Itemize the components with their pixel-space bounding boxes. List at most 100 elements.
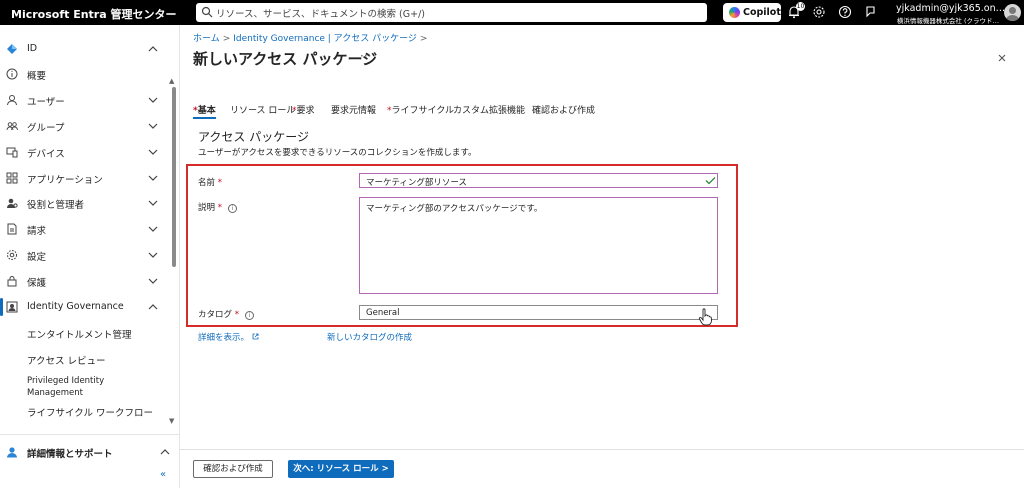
active-tab-indicator [193, 117, 216, 119]
sidebar-item-label: ID [27, 43, 38, 54]
sidebar-item-identity-governance[interactable]: Identity Governance [0, 295, 168, 319]
sidebar-item-id[interactable]: ID [0, 37, 168, 61]
tab-requests[interactable]: *要求 [292, 103, 315, 116]
copilot-button[interactable]: Copilot [723, 3, 781, 22]
tab-review-create[interactable]: 確認および作成 [532, 103, 595, 116]
roles-icon [7, 198, 18, 208]
search-placeholder: リソース、サービス、ドキュメントの検索 (G+/) [216, 9, 425, 20]
divider [180, 449, 1024, 450]
account-user: yjkadmin@yjk365.on… [896, 3, 1006, 14]
info-icon[interactable]: i [244, 311, 254, 320]
apps-icon [6, 172, 18, 184]
sidebar-item-help[interactable]: 詳細情報とサポート [0, 440, 179, 464]
chevron-up-icon [160, 449, 170, 455]
sidebar-subitem-access-reviews[interactable]: アクセス レビュー [27, 353, 106, 367]
help-icon[interactable] [838, 5, 852, 19]
sidebar-item-label: 詳細情報とサポート [27, 449, 113, 460]
gear-icon [7, 250, 17, 260]
close-icon[interactable] [996, 52, 1008, 64]
sidebar-item-label: 請求 [27, 226, 47, 237]
tab-basics[interactable]: *基本 [193, 103, 216, 116]
sidebar-subitem-pim[interactable]: Privileged Identity Management [27, 375, 137, 399]
name-label: 名前 * [198, 178, 222, 188]
details-link[interactable]: 詳細を表示。 [198, 331, 259, 343]
hand-cursor-icon [698, 308, 712, 326]
group-icon [6, 122, 18, 131]
sidebar-item-label: 役割と管理者 [27, 200, 85, 211]
active-indicator [0, 298, 3, 316]
name-field[interactable]: マーケティング部リソース [359, 173, 718, 188]
sidebar-item-label: 保護 [27, 278, 47, 289]
devices-icon [6, 147, 18, 158]
account-tenant: 横浜情報機器株式会社 (クラウド… [896, 17, 999, 25]
sidebar-item-settings[interactable]: 設定 [0, 243, 168, 267]
scroll-down-icon[interactable]: ▼ [169, 417, 174, 425]
review-create-button[interactable]: 確認および作成 [193, 460, 273, 478]
breadcrumb-governance[interactable]: Identity Governance | アクセス パッケージ [233, 34, 417, 44]
chevron-down-icon [148, 97, 158, 103]
sidebar-item-billing[interactable]: 請求 [0, 217, 168, 241]
breadcrumb: ホーム > Identity Governance | アクセス パッケージ > [193, 34, 428, 44]
info-icon[interactable]: i [227, 204, 237, 213]
chevron-down-icon [148, 252, 158, 258]
chevron-down-icon [148, 226, 158, 232]
top-bar: Microsoft Entra 管理センター リソース、サービス、ドキュメントの… [0, 0, 1024, 25]
tab-custom-extensions[interactable]: カスタム拡張機能 [453, 103, 525, 116]
feedback-icon[interactable] [864, 5, 878, 19]
sidebar-scrollbar[interactable] [172, 87, 176, 267]
governance-icon [6, 301, 18, 313]
search-icon [201, 6, 213, 18]
sidebar-item-devices[interactable]: デバイス [0, 140, 168, 164]
catalog-dropdown[interactable]: General [359, 305, 718, 320]
collapse-sidebar-icon[interactable]: « [160, 469, 166, 480]
person-icon [7, 95, 17, 106]
sidebar-item-groups[interactable]: グループ [0, 114, 168, 138]
sidebar-subitem-entitlement[interactable]: エンタイトルメント管理 [27, 327, 132, 341]
next-button[interactable]: 次へ: リソース ロール > [288, 460, 394, 478]
description-field[interactable]: マーケティング部のアクセスパッケージです。 [359, 197, 718, 294]
avatar[interactable] [1004, 4, 1021, 21]
more-options-icon[interactable]: ··· [360, 49, 371, 63]
support-icon [7, 447, 17, 458]
breadcrumb-home[interactable]: ホーム [193, 34, 220, 44]
sidebar-item-label: 概要 [27, 71, 47, 82]
diamond-icon [7, 44, 17, 54]
scroll-up-icon[interactable]: ▲ [169, 77, 174, 85]
gear-icon[interactable] [812, 5, 826, 19]
app-title[interactable]: Microsoft Entra 管理センター [11, 6, 176, 22]
chevron-down-icon [148, 278, 158, 284]
section-title: アクセス パッケージ [198, 130, 309, 144]
sidebar-item-label: アプリケーション [27, 175, 103, 186]
info-icon [6, 68, 18, 80]
sidebar-item-applications[interactable]: アプリケーション [0, 166, 168, 190]
account-info[interactable]: yjkadmin@yjk365.on… 横浜情報機器株式会社 (クラウド… [896, 3, 1006, 25]
chevron-down-icon [148, 149, 158, 155]
chevron-down-icon [148, 123, 158, 129]
sidebar-item-overview[interactable]: 概要 [0, 62, 168, 86]
sidebar-item-label: ユーザー [27, 97, 65, 108]
new-catalog-link[interactable]: 新しいカタログの作成 [327, 331, 412, 343]
sidebar-item-label: グループ [27, 123, 65, 134]
chevron-up-icon [148, 46, 158, 52]
sidebar-item-label: 設定 [27, 252, 47, 263]
tab-lifecycle[interactable]: *ライフサイクル [387, 103, 454, 116]
sidebar-item-label: Identity Governance [27, 301, 124, 312]
divider [0, 434, 179, 435]
copilot-label: Copilot [743, 7, 781, 18]
sidebar: ID 概要 ユーザー グループ デバイス アプリケーション 役割と管理者 請求 … [0, 25, 180, 488]
external-link-icon [252, 333, 259, 340]
section-description: ユーザーがアクセスを要求できるリソースのコレクションを作成します。 [198, 148, 477, 158]
tab-requestor-info[interactable]: 要求元情報 [331, 103, 376, 116]
billing-icon [7, 223, 17, 235]
description-label: 説明 * i [198, 201, 237, 213]
sidebar-subitem-lifecycle[interactable]: ライフサイクル ワークフロー [27, 405, 153, 419]
sidebar-item-protection[interactable]: 保護 [0, 269, 168, 293]
sidebar-item-users[interactable]: ユーザー [0, 88, 168, 112]
check-icon [705, 177, 716, 185]
lock-icon [7, 276, 17, 287]
sidebar-item-roles[interactable]: 役割と管理者 [0, 191, 168, 215]
search-box[interactable]: リソース、サービス、ドキュメントの検索 (G+/) [196, 3, 707, 22]
tab-resource-roles[interactable]: リソース ロール [230, 103, 295, 116]
sidebar-item-label: デバイス [27, 149, 65, 160]
chevron-down-icon [148, 200, 158, 206]
